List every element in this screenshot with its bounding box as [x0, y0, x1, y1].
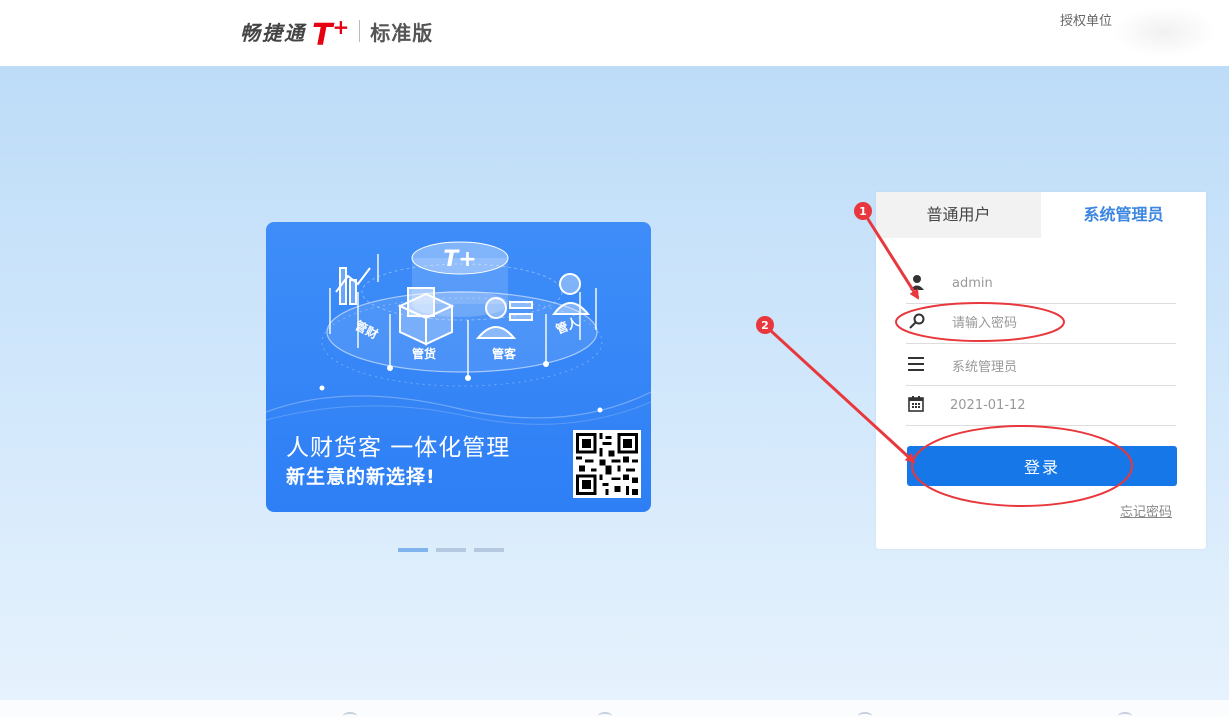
- username-row: [906, 263, 1176, 304]
- license-redacted: [1112, 6, 1217, 58]
- banner-label-customer: 管客: [492, 346, 517, 361]
- brand-tplus-logo: T+: [312, 12, 349, 51]
- footer-icon: [1118, 712, 1132, 717]
- brand-t: T: [312, 17, 333, 53]
- carousel-dot[interactable]: [474, 548, 504, 552]
- password-row: [906, 303, 1176, 344]
- role-input[interactable]: [952, 353, 1172, 377]
- banner-label-goods: 管货: [412, 346, 436, 361]
- footer-icon: [343, 712, 357, 717]
- footer-icon: [598, 712, 612, 717]
- banner-center-logo: T+: [443, 247, 476, 272]
- username-input[interactable]: [952, 271, 1172, 295]
- banner-title: 人财货客 一体化管理: [286, 435, 511, 461]
- footer-strip: [0, 700, 1229, 717]
- tab-normal-user[interactable]: 普通用户: [876, 192, 1041, 238]
- login-tabs: 普通用户 系统管理员: [876, 192, 1206, 238]
- date-row: [906, 385, 1176, 426]
- calendar-icon: [908, 396, 924, 412]
- password-input[interactable]: [952, 311, 1172, 335]
- top-header: 畅捷通 T+ 标准版 授权单位: [0, 0, 1229, 66]
- brand-logo: 畅捷通 T+ 标准版: [240, 12, 434, 51]
- qr-code: [573, 430, 641, 498]
- brand-plus: +: [332, 14, 350, 39]
- forgot-password-link[interactable]: 忘记密码: [1120, 501, 1172, 520]
- key-icon: [909, 313, 925, 329]
- footer-icon: [858, 712, 872, 717]
- promo-banner[interactable]: T+ 管财 管货 管客 管人 人财货客 一体化管理 新生意的新选择!: [266, 222, 651, 512]
- user-icon: [910, 275, 924, 290]
- login-panel: 普通用户 系统管理员 登录 忘记密码: [876, 192, 1206, 549]
- menu-icon: [908, 357, 924, 371]
- brand-divider: [359, 20, 361, 42]
- banner-illustration: T+ 管财 管货 管客 管人: [266, 241, 651, 425]
- brand-name: 畅捷通: [240, 20, 306, 45]
- carousel-indicators: [398, 548, 504, 552]
- carousel-dot[interactable]: [398, 548, 428, 552]
- role-row: [906, 345, 1176, 386]
- license-label: 授权单位: [1060, 14, 1113, 29]
- banner-subtitle: 新生意的新选择!: [286, 466, 436, 488]
- tab-system-admin[interactable]: 系统管理员: [1041, 192, 1206, 238]
- date-input[interactable]: [950, 393, 1170, 417]
- brand-edition: 标准版: [370, 20, 434, 45]
- login-button[interactable]: 登录: [907, 446, 1177, 486]
- carousel-dot[interactable]: [436, 548, 466, 552]
